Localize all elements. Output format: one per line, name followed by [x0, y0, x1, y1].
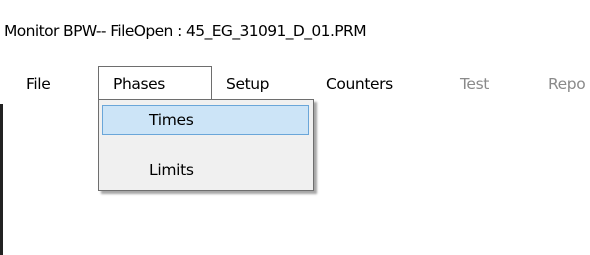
phases-dropdown-menu: Times Limits — [98, 99, 314, 191]
menu-setup[interactable]: Setup — [226, 69, 270, 99]
app-window: Monitor BPW-- FileOpen : 45_EG_31091_D_0… — [0, 0, 590, 255]
window-left-border — [0, 104, 3, 255]
menu-item-limits[interactable]: Limits — [102, 155, 309, 185]
menu-counters[interactable]: Counters — [326, 69, 393, 99]
menu-item-times[interactable]: Times — [102, 105, 309, 135]
menu-file[interactable]: File — [26, 69, 51, 99]
menu-bar: File Phases Setup Counters Test Repo — [0, 62, 590, 104]
title-bar: Monitor BPW-- FileOpen : 45_EG_31091_D_0… — [0, 0, 590, 62]
window-title: Monitor BPW-- FileOpen : 45_EG_31091_D_0… — [4, 22, 367, 40]
menu-reports[interactable]: Repo — [548, 69, 586, 99]
menu-phases[interactable]: Phases — [98, 66, 212, 101]
menu-test[interactable]: Test — [460, 69, 489, 99]
